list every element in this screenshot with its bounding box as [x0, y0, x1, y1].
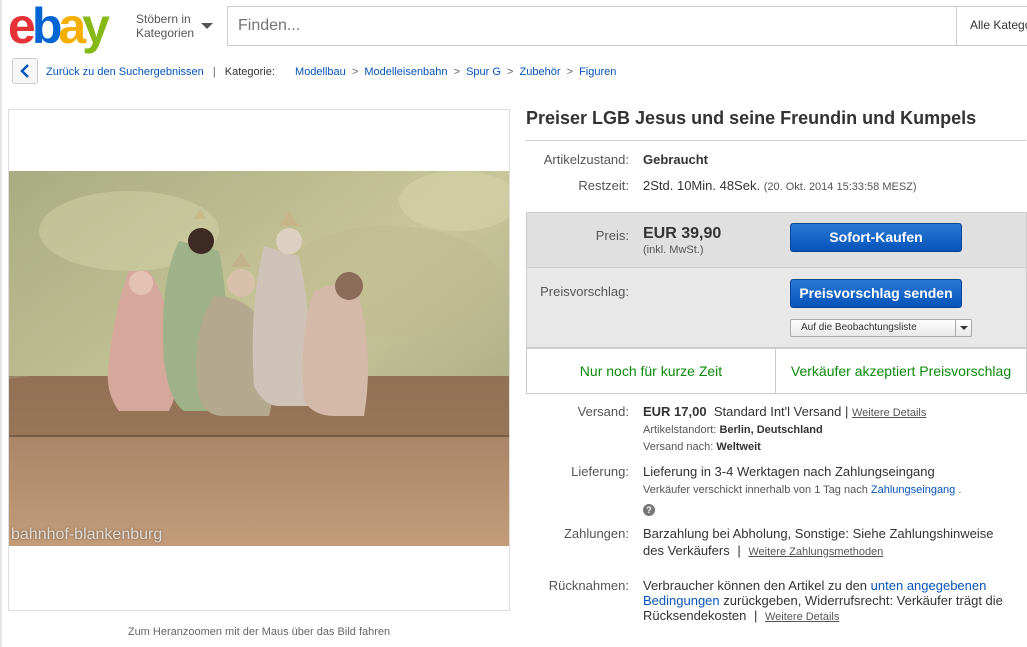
browse-line-2: Kategorien — [136, 26, 195, 40]
offer-label: Preisvorschlag: — [540, 284, 629, 299]
item-location: Artikelstandort: Berlin, Deutschland — [643, 424, 823, 436]
browse-line-1: Stöbern in — [136, 12, 191, 26]
delivery-label: Lieferung: — [571, 464, 629, 479]
delivery-note-suffix: . — [958, 484, 962, 496]
breadcrumb-item-modelleisenbahn[interactable]: Modelleisenbahn — [364, 66, 447, 78]
image-watermark: bahnhof-blankenburg — [11, 526, 163, 543]
location-value: Berlin, Deutschland — [719, 424, 823, 436]
payments-line-2-text: des Verkäufers — [643, 543, 730, 558]
promo-limited-time: Nur noch für kurze Zeit — [526, 348, 776, 394]
delivery-note: Verkäufer verschickt innerhalb von 1 Tag… — [643, 484, 961, 496]
returns-text-3: Rücksendekosten — [643, 608, 747, 623]
category-select[interactable]: Alle Kategorien — [956, 6, 1027, 46]
ships-to-value: Weltweit — [716, 441, 761, 453]
location-label: Artikelstandort: — [643, 424, 717, 436]
price-label: Preis: — [595, 228, 629, 243]
breadcrumb: Zurück zu den Suchergebnissen | Kategori… — [46, 66, 617, 78]
help-icon[interactable]: ? — [643, 504, 655, 516]
returns-conditions-link[interactable]: unten angegebenen — [871, 578, 987, 593]
payments-label: Zahlungen: — [563, 526, 629, 541]
watchlist-label: Auf die Beobachtungsliste — [801, 322, 917, 333]
condition-label: Artikelzustand: — [543, 152, 629, 167]
buy-now-button[interactable]: Sofort-Kaufen — [790, 223, 962, 252]
breadcrumb-item-zubehoer[interactable]: Zubehör — [520, 66, 561, 78]
returns-line-3: Rücksendekosten | Weitere Details — [643, 608, 839, 623]
price-value: EUR 39,90 — [643, 225, 722, 242]
payments-pipe: | — [737, 543, 741, 558]
price-vat-note: (inkl. MwSt.) — [643, 244, 704, 256]
end-date: (20. Okt. 2014 15:33:58 MESZ) — [763, 181, 917, 193]
back-button[interactable] — [12, 58, 38, 84]
returns-details-link[interactable]: Weitere Details — [765, 611, 839, 623]
condition-value: Gebraucht — [643, 152, 709, 167]
payments-line-1: Barzahlung bei Abholung, Sonstige: Siehe… — [643, 526, 994, 541]
shipping-details-link[interactable]: Weitere Details — [852, 407, 926, 419]
ebay-logo[interactable]: ebay — [8, 1, 126, 51]
figurines-image — [9, 171, 509, 546]
promo-accepts-offers: Verkäufer akzeptiert Preisvorschlag — [775, 348, 1027, 394]
time-left-value: 2Std. 10Min. 48Sek. (20. Okt. 2014 15:33… — [643, 178, 917, 193]
ships-to-label: Versand nach: — [643, 441, 714, 453]
breadcrumb-item-figuren[interactable]: Figuren — [579, 66, 616, 78]
returns-text-1: Verbraucher können den Artikel zu den — [643, 578, 868, 593]
item-title: Preiser LGB Jesus und seine Freundin und… — [526, 108, 1026, 141]
breadcrumb-separator: > — [453, 66, 461, 78]
more-payment-methods-link[interactable]: Weitere Zahlungsmethoden — [748, 546, 883, 558]
delivery-note-text: Verkäufer verschickt innerhalb von 1 Tag… — [643, 484, 868, 496]
make-offer-button[interactable]: Preisvorschlag senden — [790, 279, 962, 308]
time-left: 2Std. 10Min. 48Sek. — [643, 178, 761, 193]
shipping-cost: EUR 17,00 — [643, 404, 707, 419]
image-panel: bahnhof-blankenburg — [8, 109, 510, 611]
help-icon-wrap: ? — [643, 501, 655, 516]
chevron-left-icon — [20, 64, 29, 78]
header: ebay Stöbern in Kategorien Alle Kategori… — [0, 0, 1027, 54]
breadcrumb-separator: > — [351, 66, 359, 78]
product-photo[interactable]: bahnhof-blankenburg — [9, 171, 509, 546]
breadcrumb-item-spur-g[interactable]: Spur G — [466, 66, 501, 78]
returns-line-1: Verbraucher können den Artikel zu den un… — [643, 578, 986, 593]
ships-to: Versand nach: Weltweit — [643, 441, 761, 453]
window-edge — [0, 0, 2, 647]
delivery-value: Lieferung in 3-4 Werktagen nach Zahlungs… — [643, 464, 935, 479]
add-to-watchlist-button[interactable]: Auf die Beobachtungsliste — [790, 319, 972, 337]
time-left-label: Restzeit: — [578, 178, 629, 193]
returns-text-2: zurückgeben, Widerrufsrecht: Verkäufer t… — [723, 593, 1003, 608]
chevron-down-icon[interactable] — [201, 23, 213, 29]
payments-line-2: des Verkäufers | Weitere Zahlungsmethode… — [643, 543, 883, 558]
back-to-results-link[interactable]: Zurück zu den Suchergebnissen — [46, 66, 204, 78]
returns-conditions-link-2[interactable]: Bedingungen — [643, 593, 720, 608]
browse-categories-button[interactable]: Stöbern in Kategorien — [136, 12, 194, 40]
breadcrumb-item-modellbau[interactable]: Modellbau — [295, 66, 346, 78]
shipping-line: EUR 17,00 Standard Int'l Versand | Weite… — [643, 404, 926, 419]
returns-line-2: Bedingungen zurückgeben, Widerrufsrecht:… — [643, 593, 1003, 608]
chevron-down-icon[interactable] — [955, 320, 971, 336]
shipping-service: Standard Int'l Versand — [713, 404, 842, 419]
shipping-label: Versand: — [577, 404, 629, 419]
zoom-hint: Zum Heranzoomen mit der Maus über das Bi… — [127, 626, 391, 638]
payment-received-link[interactable]: Zahlungseingang — [871, 484, 955, 496]
returns-pipe: | — [753, 608, 758, 623]
returns-label: Rücknahmen: — [548, 578, 629, 593]
category-label: Kategorie: — [224, 66, 275, 78]
breadcrumb-separator: > — [566, 66, 573, 78]
breadcrumb-separator: > — [507, 66, 514, 78]
search-input[interactable] — [227, 6, 956, 46]
shipping-pipe: | — [844, 404, 849, 419]
